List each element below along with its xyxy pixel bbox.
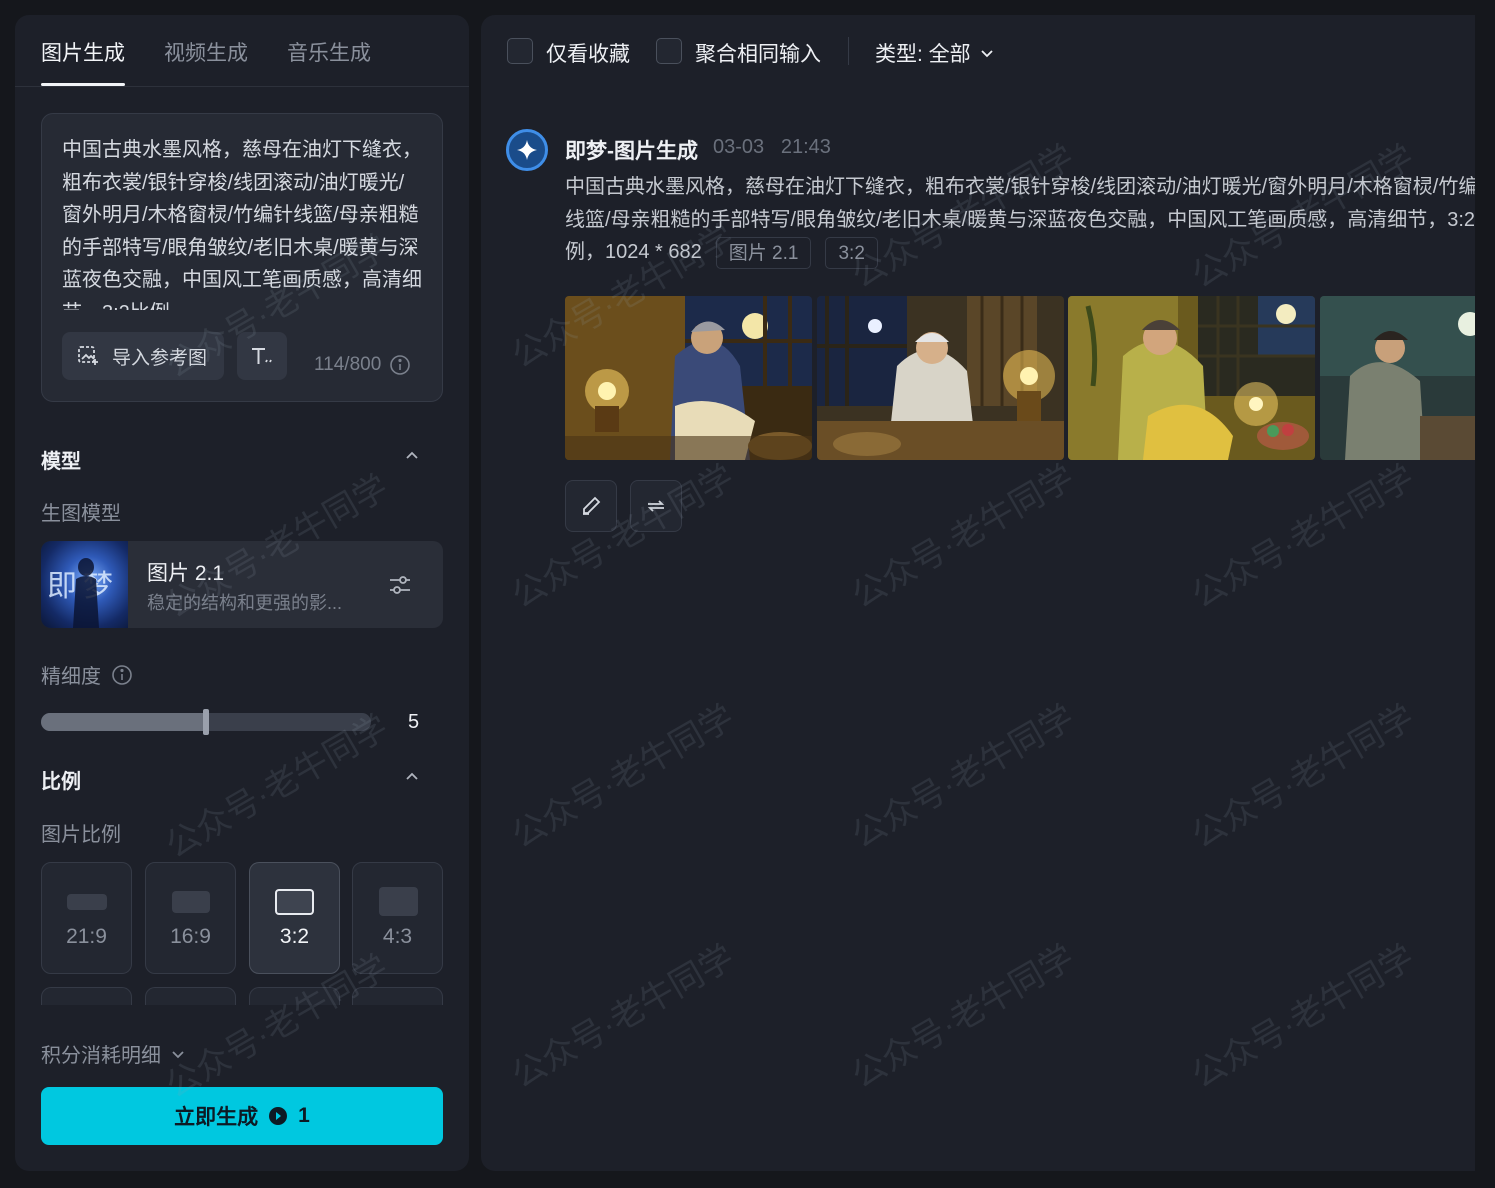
type-filter-label: 类型: 全部 [875,43,971,66]
record-prompt-line-last: 例，1024 * 682 图片 2.1 3:2 [565,236,1475,269]
credit-icon [269,1107,288,1125]
refresh-icon [647,500,665,512]
favorites-only-label[interactable]: 仅看收藏 [546,38,630,68]
chevron-down-icon [172,1050,184,1058]
edit-button[interactable] [565,480,617,532]
record-prompt: 中国古典水墨风格，慈母在油灯下缝衣，粗布衣裳/银针穿梭/线团滚动/油灯暖光/窗外… [565,171,1475,269]
model-tag: 图片 2.1 [715,236,812,269]
history-panel: 仅看收藏 聚合相同输入 类型: 全部 即梦-图片生成 03-03 21:43 中… [481,15,1475,1171]
model-thumbnail: 即梦 [41,541,128,628]
text-style-button[interactable] [237,332,287,380]
ratio-label: 21:9 [66,925,107,948]
info-icon[interactable] [389,354,411,376]
active-tab-underline [41,83,125,86]
model-name: 图片 2.1 [147,562,225,585]
type-filter-dropdown[interactable]: 类型: 全部 [875,38,995,68]
ratio-label: 3:2 [279,925,310,948]
prompt-input[interactable]: 中国古典水墨风格，慈母在油灯下缝衣，粗布衣裳/银针穿梭/线团滚动/油灯暖光/窗外… [62,134,422,310]
tab-image-generation[interactable]: 图片生成 [41,37,125,67]
merge-same-input-label[interactable]: 聚合相同输入 [695,38,821,68]
ratio-option-4-3[interactable]: 4:3 [352,862,443,974]
generated-image[interactable] [565,296,812,460]
watermark: 公众号·老牛同学 [845,698,1081,856]
pencil-icon [583,496,601,515]
sparkle-icon [517,140,537,160]
filter-bar: 仅看收藏 聚合相同输入 类型: 全部 [481,15,1475,87]
image-add-icon [78,346,98,365]
model-section-title: 模型 [41,451,81,473]
ratio-shape [275,889,314,915]
ratio-scroll-mask [15,1005,469,1035]
ratio-label: 4:3 [382,925,413,948]
watermark: 公众号·老牛同学 [505,938,741,1096]
record-prompt-tail: 例，1024 * 682 [565,241,702,263]
text-format-icon [252,348,272,364]
image-ratio-label: 图片比例 [41,824,121,846]
record-date: 03-03 [713,136,765,158]
watermark: 公众号·老牛同学 [1185,698,1421,856]
dreamina-avatar [506,129,548,171]
cost-details-toggle[interactable]: 积分消耗明细 [41,1039,187,1068]
settings-sliders-icon[interactable] [387,572,413,598]
generate-cost: 1 [298,1104,310,1127]
record-time: 21:43 [780,136,831,158]
counter-value: 114/800 [314,354,382,375]
tab-music-generation[interactable]: 音乐生成 [287,37,371,67]
watermark: 公众号·老牛同学 [1185,458,1421,616]
tab-video-generation[interactable]: 视频生成 [164,37,248,67]
chevron-up-icon[interactable] [403,447,421,465]
chevron-down-icon [981,50,993,58]
watermark: 公众号·老牛同学 [845,938,1081,1096]
record-timestamp: 03-03 21:43 [713,136,831,159]
import-reference-label: 导入参考图 [112,347,208,369]
image-model-label: 生图模型 [41,503,121,525]
detail-value: 5 [408,711,420,733]
cost-details-label: 积分消耗明细 [41,1045,161,1067]
ratio-shape [172,891,210,913]
info-icon[interactable] [111,664,133,686]
figure-silhouette [73,558,99,628]
watermark: 公众号·老牛同学 [505,698,741,856]
detail-slider-fill [41,713,206,731]
record-prompt-line: 中国古典水墨风格，慈母在油灯下缝衣，粗布衣裳/银针穿梭/线团滚动/油灯暖光/窗外… [565,176,1475,198]
model-description: 稳定的结构和更强的影... [147,593,343,613]
ratio-option-16-9[interactable]: 16:9 [145,862,236,974]
ratio-option-21-9[interactable]: 21:9 [41,862,132,974]
detail-label-row: 精细度 [41,660,133,689]
ratio-section-title: 比例 [41,771,81,793]
ratio-label: 16:9 [170,925,211,948]
record-prompt-line: 线篮/母亲粗糙的手部特写/眼角皱纹/老旧木桌/暖黄与深蓝夜色交融，中国风工笔画质… [565,208,1475,231]
filter-divider [848,37,849,65]
generated-images [565,296,1475,460]
detail-label: 精细度 [41,666,101,688]
watermark: 公众号·老牛同学 [845,458,1081,616]
generated-image[interactable] [1320,296,1475,460]
import-reference-button[interactable]: 导入参考图 [62,332,224,380]
detail-slider-handle[interactable] [203,709,209,735]
generation-tabs: 图片生成 视频生成 音乐生成 [15,15,469,87]
prompt-box: 中国古典水墨风格，慈母在油灯下缝衣，粗布衣裳/银针穿梭/线团滚动/油灯暖光/窗外… [41,113,443,402]
ratio-shape [379,887,418,916]
character-counter: 114/800 [314,354,411,376]
watermark: 公众号·老牛同学 [505,458,741,616]
ratio-tag: 3:2 [825,236,878,269]
watermark: 公众号·老牛同学 [1185,938,1421,1096]
ratio-option-3-2[interactable]: 3:2 [249,862,340,974]
generate-button[interactable]: 立即生成 1 [41,1087,443,1145]
record-title: 即梦-图片生成 [565,140,698,163]
generated-image[interactable] [817,296,1064,460]
generate-label: 立即生成 [174,1106,259,1129]
ratio-shape [67,894,107,910]
favorites-only-checkbox[interactable] [507,38,533,64]
merge-same-input-checkbox[interactable] [656,38,682,64]
regenerate-button[interactable] [630,480,682,532]
generated-image[interactable] [1068,296,1315,460]
chevron-up-icon[interactable] [403,768,421,786]
left-panel: 图片生成 视频生成 音乐生成 中国古典水墨风格，慈母在油灯下缝衣，粗布衣裳/银针… [15,15,469,1171]
model-selector[interactable]: 即梦 图片 2.1 稳定的结构和更强的影... [41,541,443,628]
